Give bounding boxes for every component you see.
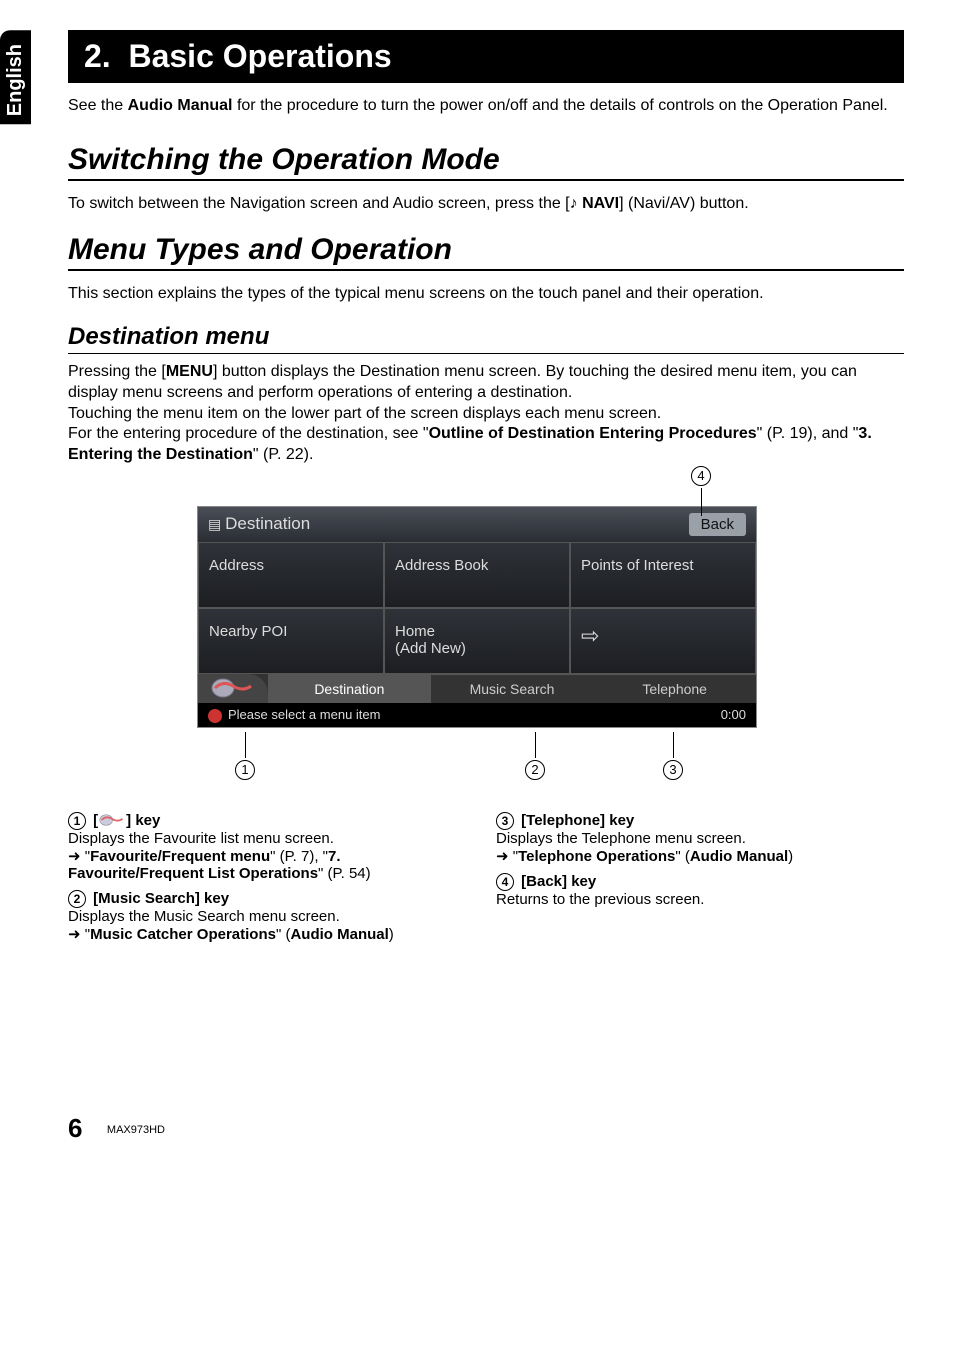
intro-bold: Audio Manual bbox=[128, 97, 233, 114]
chapter-number: 2. bbox=[84, 38, 111, 74]
tab-music-search[interactable]: Music Search bbox=[431, 674, 594, 703]
callout-1-num: 1 bbox=[235, 760, 255, 780]
k1-rb1: Favourite/Frequent menu bbox=[90, 848, 270, 865]
keys-right-column: 3 [Telephone] key Displays the Telephone… bbox=[496, 812, 904, 943]
favourite-key-icon bbox=[98, 813, 126, 827]
tab-destination[interactable]: Destination bbox=[268, 674, 431, 703]
s1-pre: To switch between the Navigation screen … bbox=[68, 195, 570, 212]
subsection-destination-heading: Destination menu bbox=[68, 323, 904, 354]
menu-home[interactable]: Home (Add New) bbox=[384, 608, 570, 674]
key-2-desc: Displays the Music Search menu screen. bbox=[68, 908, 476, 925]
ui-title: Destination bbox=[225, 514, 310, 533]
d1-pre: Pressing the [ bbox=[68, 363, 166, 380]
callout-4: 4 bbox=[691, 466, 711, 516]
ui-status-row: Please select a menu item 0:00 bbox=[198, 703, 756, 727]
page-number: 6 bbox=[68, 1113, 82, 1143]
destination-screenshot: 4 ▤ Destination Back Address Address Boo… bbox=[197, 506, 757, 782]
tab-telephone[interactable]: Telephone bbox=[593, 674, 756, 703]
callout-3: 3 bbox=[663, 732, 683, 780]
chapter-title: Basic Operations bbox=[128, 38, 391, 74]
key-2-ref: "Music Catcher Operations" (Audio Manual… bbox=[68, 925, 476, 943]
destination-description: Pressing the [MENU] button displays the … bbox=[68, 362, 904, 466]
s1-navi: NAVI bbox=[582, 195, 619, 212]
key-3-desc: Displays the Telephone menu screen. bbox=[496, 830, 904, 847]
favourite-icon bbox=[211, 676, 255, 700]
k3-h: [Telephone] key bbox=[521, 812, 634, 829]
keys-left-column: 1 [] key Displays the Favourite list men… bbox=[68, 812, 476, 943]
k1-hpost: ] key bbox=[126, 812, 160, 829]
d3-post: " (P. 22). bbox=[253, 446, 314, 463]
key-1-desc: Displays the Favourite list menu screen. bbox=[68, 830, 476, 847]
key-1-num: 1 bbox=[68, 812, 86, 830]
k2-rb: Music Catcher Operations bbox=[90, 926, 276, 943]
section-menu-para: This section explains the types of the t… bbox=[68, 285, 904, 303]
intro-pre: See the bbox=[68, 97, 128, 114]
key-3-num: 3 bbox=[496, 812, 514, 830]
k2-rm: " ( bbox=[276, 926, 291, 943]
key-1-heading: 1 [] key bbox=[68, 812, 476, 830]
intro-post: for the procedure to turn the power on/o… bbox=[233, 97, 888, 114]
key-2-heading: 2 [Music Search] key bbox=[68, 890, 476, 908]
callout-2: 2 bbox=[525, 732, 545, 780]
menu-address-book[interactable]: Address Book bbox=[384, 542, 570, 608]
ui-bottom-tabs: Destination Music Search Telephone bbox=[198, 674, 756, 703]
key-3-heading: 3 [Telephone] key bbox=[496, 812, 904, 830]
k3-rm: " ( bbox=[675, 848, 690, 865]
d1-bold: MENU bbox=[166, 363, 213, 380]
key-3-ref: "Telephone Operations" (Audio Manual) bbox=[496, 847, 904, 865]
key-4-num: 4 bbox=[496, 873, 514, 891]
d3-mid: " (P. 19), and " bbox=[757, 425, 859, 442]
ui-title-bar: ▤ Destination Back bbox=[198, 507, 756, 542]
key-1-ref: "Favourite/Frequent menu" (P. 7), "7. Fa… bbox=[68, 847, 476, 882]
section-switching-heading: Switching the Operation Mode bbox=[68, 143, 904, 181]
k2-rb2: Audio Manual bbox=[290, 926, 388, 943]
k2-rpost: ) bbox=[389, 926, 394, 943]
menu-poi[interactable]: Points of Interest bbox=[570, 542, 756, 608]
menu-address[interactable]: Address bbox=[198, 542, 384, 608]
key-4-heading: 4 [Back] key bbox=[496, 873, 904, 891]
k3-rb2: Audio Manual bbox=[690, 848, 788, 865]
destination-icon: ▤ bbox=[208, 516, 225, 532]
destination-ui-panel: ▤ Destination Back Address Address Book … bbox=[197, 506, 757, 728]
d3-pre: For the entering procedure of the destin… bbox=[68, 425, 429, 442]
k3-rpost: ) bbox=[788, 848, 793, 865]
key-2-num: 2 bbox=[68, 890, 86, 908]
status-time: 0:00 bbox=[721, 707, 746, 722]
callout-3-num: 3 bbox=[663, 760, 683, 780]
key-4-desc: Returns to the previous screen. bbox=[496, 891, 904, 908]
k4-h: [Back] key bbox=[521, 873, 596, 890]
d3-b1: Outline of Destination Entering Procedur… bbox=[429, 425, 757, 442]
back-button[interactable]: Back bbox=[689, 513, 746, 536]
s1-post: ] (Navi/AV) button. bbox=[619, 195, 749, 212]
page-footer: 6 MAX973HD bbox=[68, 1113, 904, 1144]
k1-rm: " (P. 7), " bbox=[270, 848, 328, 865]
menu-next-page[interactable]: ⇨ bbox=[570, 608, 756, 674]
ui-title-text: ▤ Destination bbox=[208, 514, 310, 534]
k1-rpost: " (P. 54) bbox=[318, 865, 371, 882]
callout-1: 1 bbox=[235, 732, 255, 780]
menu-nearby-poi[interactable]: Nearby POI bbox=[198, 608, 384, 674]
section-menu-heading: Menu Types and Operation bbox=[68, 233, 904, 271]
model-number: MAX973HD bbox=[107, 1124, 165, 1136]
k2-h: [Music Search] key bbox=[93, 890, 229, 907]
section-switching-para: To switch between the Navigation screen … bbox=[68, 195, 904, 213]
callout-2-num: 2 bbox=[525, 760, 545, 780]
favourite-key[interactable] bbox=[198, 674, 268, 703]
status-message: Please select a menu item bbox=[228, 707, 380, 722]
language-tab: English bbox=[0, 30, 31, 124]
d2: Touching the menu item on the lower part… bbox=[68, 405, 661, 422]
k3-rb: Telephone Operations bbox=[518, 848, 675, 865]
intro-paragraph: See the Audio Manual for the procedure t… bbox=[68, 97, 904, 115]
chapter-heading: 2. Basic Operations bbox=[68, 30, 904, 83]
music-note-icon bbox=[570, 195, 582, 212]
info-icon bbox=[208, 709, 222, 723]
status-message-wrap: Please select a menu item bbox=[208, 707, 380, 723]
callout-4-num: 4 bbox=[691, 466, 711, 486]
